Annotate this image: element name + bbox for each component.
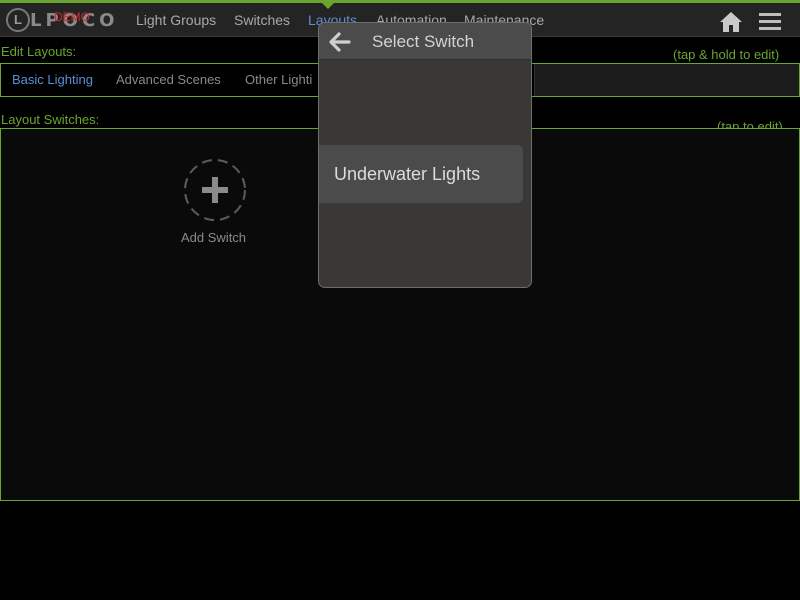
add-switch-button[interactable]: [183, 158, 247, 222]
edit-layouts-label: Edit Layouts:: [1, 44, 77, 59]
nav-switches[interactable]: Switches: [234, 12, 290, 28]
dialog-title: Select Switch: [372, 32, 475, 51]
back-arrow-icon[interactable]: [329, 32, 351, 52]
demo-badge: DEMO: [54, 10, 90, 24]
hamburger-menu-icon[interactable]: [759, 13, 781, 31]
logo-emblem-icon: L: [6, 8, 30, 32]
tab-other-lighting[interactable]: Other Lighti: [245, 72, 312, 87]
layout-switches-label: Layout Switches:: [1, 112, 100, 127]
home-icon[interactable]: [719, 11, 743, 33]
tab-basic-lighting[interactable]: Basic Lighting: [12, 72, 93, 87]
nav-light-groups[interactable]: Light Groups: [136, 12, 216, 28]
switch-option-underwater-lights[interactable]: Underwater Lights: [319, 145, 523, 203]
active-nav-indicator: [322, 3, 334, 9]
app-logo[interactable]: L LPOCO DEMO: [6, 8, 122, 34]
select-switch-dialog: Select Switch Underwater Lights: [318, 22, 532, 288]
switch-option-label: Underwater Lights: [334, 164, 481, 184]
tab-advanced-scenes[interactable]: Advanced Scenes: [116, 72, 221, 87]
tabs-row-background: [534, 64, 799, 96]
edit-layouts-hint: (tap & hold to edit): [673, 47, 780, 62]
app-root: L LPOCO DEMO Light Groups Switches Layou…: [0, 0, 800, 600]
add-switch-label: Add Switch: [181, 230, 247, 245]
dialog-header: Select Switch: [319, 23, 531, 60]
